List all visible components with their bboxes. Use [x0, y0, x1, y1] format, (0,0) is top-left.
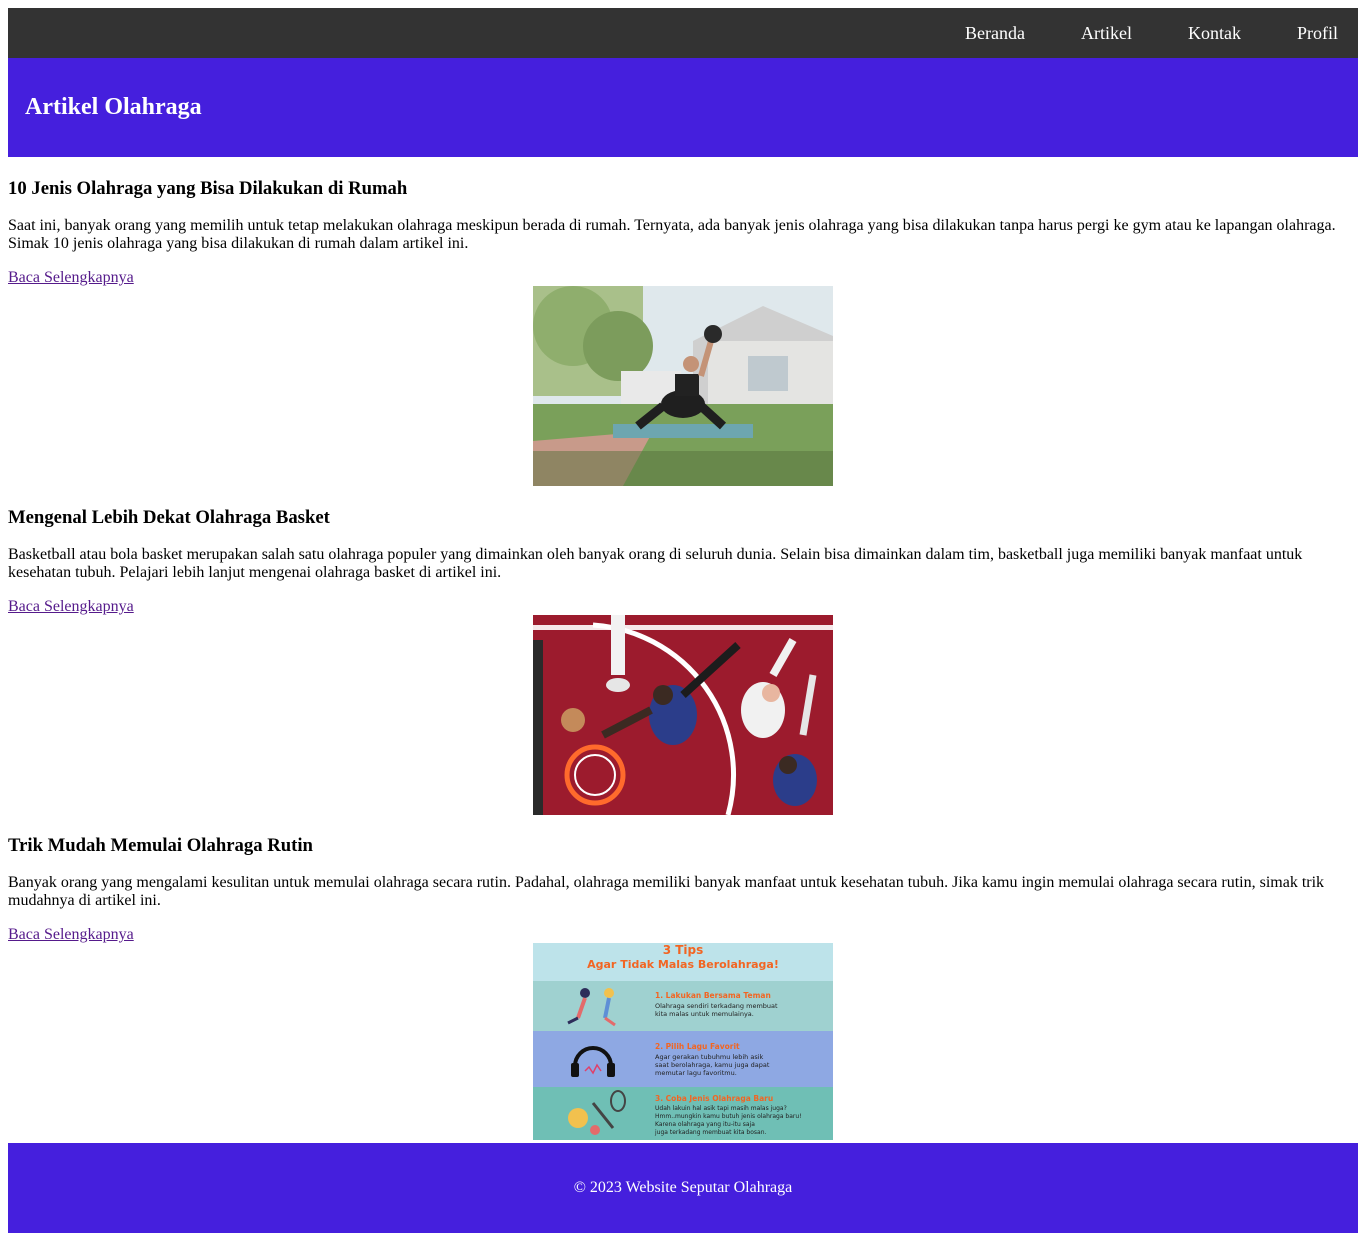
article-item: Trik Mudah Memulai Olahraga Rutin Banyak…: [8, 835, 1358, 944]
footer-copyright: © 2023 Website Seputar Olahraga: [573, 1179, 793, 1196]
tip-heading: 3. Coba Jenis Olahraga Baru: [655, 1094, 773, 1103]
tip-text: saat berolahraga, kamu juga dapat: [655, 1061, 770, 1069]
tip-heading: 1. Lakukan Bersama Teman: [655, 991, 771, 1000]
tip-text: juga terkadang membuat kita bosan.: [654, 1129, 767, 1136]
article-title: Trik Mudah Memulai Olahraga Rutin: [8, 835, 313, 856]
basketball-illustration: [533, 615, 833, 815]
article-summary: Basketball atau bola basket merupakan sa…: [8, 546, 1303, 581]
page-title: Artikel Olahraga: [25, 94, 202, 120]
nav-beranda[interactable]: Beranda: [965, 8, 1025, 58]
read-more-link[interactable]: Baca Selengkapnya: [8, 269, 134, 287]
nav-kontak[interactable]: Kontak: [1188, 8, 1241, 58]
article-item: Mengenal Lebih Dekat Olahraga Basket Bas…: [8, 507, 1358, 616]
article-image-tips-infographic: 3 Tips Agar Tidak Malas Berolahraga! 1. …: [533, 943, 833, 1140]
article-summary: Banyak orang yang mengalami kesulitan un…: [8, 874, 1325, 909]
nav-profil[interactable]: Profil: [1297, 8, 1338, 58]
tip-text: Karena olahraga yang itu-itu saja: [655, 1121, 755, 1128]
tip-heading: 2. Pilih Lagu Favorit: [655, 1042, 740, 1051]
infographic-title-line2: Agar Tidak Malas Berolahraga!: [587, 958, 779, 971]
read-more-link[interactable]: Baca Selengkapnya: [8, 926, 134, 944]
article-summary: Saat ini, banyak orang yang memilih untu…: [8, 217, 1336, 252]
read-more-link[interactable]: Baca Selengkapnya: [8, 598, 134, 616]
top-navigation: Beranda Artikel Kontak Profil: [8, 8, 1358, 58]
article-item: 10 Jenis Olahraga yang Bisa Dilakukan di…: [8, 178, 1358, 287]
tips-infographic: 3 Tips Agar Tidak Malas Berolahraga! 1. …: [533, 943, 833, 1140]
page-header: Artikel Olahraga: [8, 58, 1358, 157]
page-footer: © 2023 Website Seputar Olahraga: [8, 1143, 1358, 1233]
tip-text: memutar lagu favoritmu.: [655, 1069, 737, 1077]
article-title: Mengenal Lebih Dekat Olahraga Basket: [8, 507, 330, 528]
tip-text: Olahraga sendiri terkadang membuat: [655, 1002, 778, 1010]
tip-text: Udah lakuin hal asik tapi masih malas ju…: [655, 1105, 787, 1112]
tennis-ball-icon: [568, 1108, 588, 1128]
article-image-home-workout: [533, 286, 833, 486]
nav-artikel[interactable]: Artikel: [1081, 8, 1132, 58]
tip-text: Agar gerakan tubuhmu lebih asik: [655, 1053, 764, 1061]
tip-text: kita malas untuk memulainya.: [655, 1010, 754, 1018]
home-workout-illustration: [533, 286, 833, 486]
infographic-title-line1: 3 Tips: [663, 943, 704, 957]
page: Beranda Artikel Kontak Profil Artikel Ol…: [8, 8, 1358, 1140]
tip-text: Hmm..mungkin kamu butuh jenis olahraga b…: [655, 1113, 802, 1120]
article-title: 10 Jenis Olahraga yang Bisa Dilakukan di…: [8, 178, 408, 199]
article-image-basketball: [533, 615, 833, 815]
